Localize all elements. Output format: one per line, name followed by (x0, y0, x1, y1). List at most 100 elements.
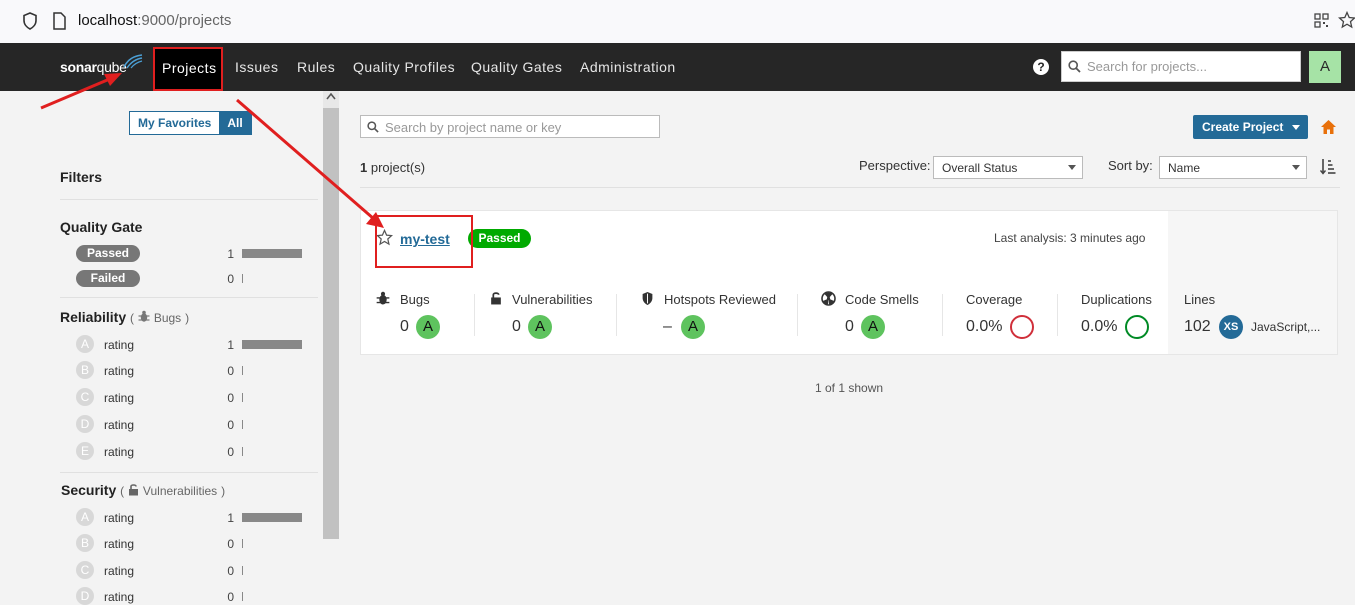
code-smells-label: Code Smells (845, 292, 919, 307)
code-smell-icon (821, 291, 836, 306)
chevron-down-icon (1292, 165, 1300, 170)
scroll-up-icon[interactable] (326, 92, 336, 100)
vulnerabilities-rating[interactable]: A (528, 315, 552, 339)
nav-administration[interactable]: Administration (580, 59, 676, 75)
sidebar-scrollbar-thumb[interactable] (323, 108, 339, 539)
reliability-d-count: 0 (227, 418, 234, 432)
chevron-down-icon (1068, 165, 1076, 170)
divider (1057, 294, 1058, 336)
global-search-input[interactable]: Search for projects... (1061, 51, 1301, 82)
lines-value[interactable]: 102 (1184, 318, 1211, 336)
sort-select[interactable]: Name (1159, 156, 1307, 179)
code-smells-rating[interactable]: A (861, 315, 885, 339)
hotspots-reviewed-label: Hotspots Reviewed (664, 292, 776, 307)
coverage-donut-icon (1010, 315, 1034, 339)
coverage-value[interactable]: 0.0% (966, 318, 1002, 336)
nav-quality-profiles[interactable]: Quality Profiles (353, 59, 455, 75)
divider (942, 294, 943, 336)
reliability-e-bar (242, 447, 243, 456)
perspective-select[interactable]: Overall Status (933, 156, 1083, 179)
all-projects-button[interactable]: All (219, 112, 251, 134)
results-shown-footer: 1 of 1 shown (815, 381, 884, 395)
chevron-down-icon (1292, 125, 1300, 130)
reliability-c-rating-circle[interactable]: C (76, 388, 94, 406)
security-a-count: 1 (227, 511, 234, 525)
reliability-c-bar (242, 393, 243, 402)
lock-icon (491, 292, 501, 305)
reliability-a-rating-label[interactable]: rating (104, 338, 134, 352)
sort-direction-icon[interactable] (1320, 158, 1336, 175)
logo-waves-icon (123, 54, 143, 69)
address-bar-url[interactable]: localhost:9000/projects (78, 12, 231, 29)
quality-gate-failed-bar (242, 274, 243, 283)
bug-icon (138, 310, 150, 322)
duplications-value[interactable]: 0.0% (1081, 318, 1117, 336)
lock-icon (129, 484, 139, 496)
security-filter-title: Security ( Vulnerabilities ) (61, 482, 226, 498)
quality-gate-failed-option[interactable]: Failed (76, 270, 140, 287)
reliability-b-rating-circle[interactable]: B (76, 361, 94, 379)
size-rating-badge: XS (1219, 315, 1243, 339)
security-d-rating-circle[interactable]: D (76, 587, 94, 605)
divider (60, 472, 318, 473)
divider (60, 297, 318, 298)
reliability-filter-title: Reliability ( Bugs ) (60, 309, 190, 325)
bugs-rating[interactable]: A (416, 315, 440, 339)
qr-code-icon[interactable] (1314, 13, 1329, 28)
security-a-rating-label[interactable]: rating (104, 511, 134, 525)
last-analysis-date: Last analysis: 3 minutes ago (994, 231, 1146, 245)
user-avatar[interactable]: A (1309, 51, 1341, 83)
quality-gate-passed-option[interactable]: Passed (76, 245, 140, 262)
security-a-rating-circle[interactable]: A (76, 508, 94, 526)
divider (474, 294, 475, 336)
quality-gate-status-badge: Passed (468, 229, 531, 248)
reliability-d-rating-circle[interactable]: D (76, 415, 94, 433)
divider (60, 199, 318, 200)
reliability-e-rating-label[interactable]: rating (104, 445, 134, 459)
security-b-rating-circle[interactable]: B (76, 534, 94, 552)
bug-icon (376, 291, 390, 305)
code-smells-value[interactable]: 0 (845, 318, 854, 336)
filters-title: Filters (60, 169, 103, 185)
security-d-count: 0 (227, 590, 234, 604)
bugs-value[interactable]: 0 (400, 318, 409, 336)
create-project-button[interactable]: Create Project (1193, 115, 1308, 139)
hotspots-reviewed-value[interactable]: – (663, 318, 672, 336)
reliability-d-rating-label[interactable]: rating (104, 418, 134, 432)
security-d-rating-label[interactable]: rating (104, 590, 134, 604)
reliability-b-rating-label[interactable]: rating (104, 364, 134, 378)
security-c-rating-circle[interactable]: C (76, 561, 94, 579)
nav-quality-gates[interactable]: Quality Gates (471, 59, 562, 75)
reliability-c-rating-label[interactable]: rating (104, 391, 134, 405)
security-c-rating-label[interactable]: rating (104, 564, 134, 578)
bookmark-star-icon[interactable] (1338, 11, 1355, 29)
quality-gate-passed-bar (242, 249, 302, 258)
divider (797, 294, 798, 336)
bugs-label: Bugs (400, 292, 430, 307)
nav-issues[interactable]: Issues (235, 59, 278, 75)
divider (616, 294, 617, 336)
reliability-e-rating-circle[interactable]: E (76, 442, 94, 460)
annotation-highlight-box (375, 215, 473, 268)
security-b-rating-label[interactable]: rating (104, 537, 134, 551)
hotspots-rating[interactable]: A (681, 315, 705, 339)
perspective-label: Perspective: (859, 158, 931, 173)
reliability-c-count: 0 (227, 391, 234, 405)
project-search-input[interactable]: Search by project name or key (360, 115, 660, 138)
favorites-toggle: My Favorites All (129, 111, 252, 135)
shield-icon[interactable] (22, 12, 38, 30)
home-icon[interactable] (1320, 119, 1337, 135)
nav-projects[interactable]: Projects (153, 47, 223, 91)
security-a-bar (242, 513, 302, 522)
quality-gate-passed-count: 1 (227, 247, 234, 261)
sonarqube-logo[interactable]: sonarqube (60, 59, 127, 75)
reliability-b-count: 0 (227, 364, 234, 378)
reliability-a-rating-circle[interactable]: A (76, 335, 94, 353)
vulnerabilities-value[interactable]: 0 (512, 318, 521, 336)
search-icon (367, 121, 379, 133)
reliability-e-count: 0 (227, 445, 234, 459)
help-icon[interactable]: ? (1033, 59, 1049, 75)
security-c-bar (242, 566, 243, 575)
my-favorites-button[interactable]: My Favorites (130, 112, 220, 134)
nav-rules[interactable]: Rules (297, 59, 335, 75)
